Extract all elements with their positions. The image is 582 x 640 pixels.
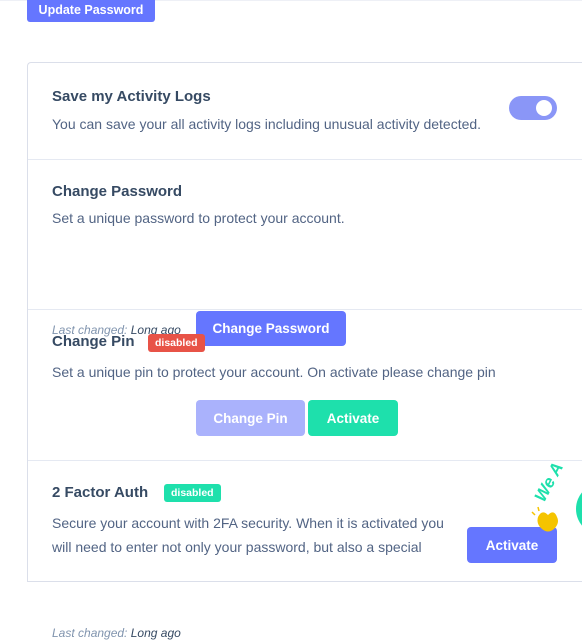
change-pin-last-changed: Last changed: Long ago [52, 626, 181, 640]
toggle-knob [536, 100, 552, 116]
welcome-widget-graphic: We A [531, 459, 582, 532]
security-settings-card: Save my Activity Logs You can save your … [27, 62, 582, 640]
two-factor-auth-section: 2 Factor Auth disabled Secure your accou… [28, 461, 582, 591]
change-password-title: Change Password [52, 183, 183, 200]
two-factor-description-line2: will need to enter not only your passwor… [52, 539, 422, 555]
change-password-description: Set a unique password to protect your ac… [52, 210, 345, 226]
change-pin-title: Change Pin [52, 333, 135, 350]
welcome-widget[interactable]: We A [530, 455, 582, 545]
waving-hand-icon [531, 506, 558, 532]
activity-logs-description: You can save your all activity logs incl… [52, 116, 482, 132]
change-pin-description: Set a unique pin to protect your account… [52, 364, 496, 380]
two-factor-description-line1: Secure your account with 2FA security. W… [52, 515, 444, 531]
last-changed-label: Last changed: [52, 626, 128, 640]
two-factor-auth-title: 2 Factor Auth [52, 484, 149, 501]
welcome-circle [576, 492, 582, 526]
activity-logs-title: Save my Activity Logs [52, 88, 211, 105]
update-password-button[interactable]: Update Password [27, 0, 155, 22]
activity-logs-section: Save my Activity Logs You can save your … [28, 63, 582, 160]
change-pin-button[interactable]: Change Pin [196, 400, 305, 436]
activate-pin-button[interactable]: Activate [308, 400, 398, 436]
change-pin-section: Change Pin disabled Set a unique pin to … [28, 310, 582, 640]
two-factor-status-badge: disabled [164, 484, 221, 502]
last-changed-value: Long ago [130, 626, 181, 640]
change-password-section: Change Password Set a unique password to… [28, 160, 582, 346]
change-pin-status-badge: disabled [148, 334, 205, 352]
activity-logs-toggle[interactable] [509, 96, 557, 120]
welcome-text: We A [531, 459, 567, 505]
